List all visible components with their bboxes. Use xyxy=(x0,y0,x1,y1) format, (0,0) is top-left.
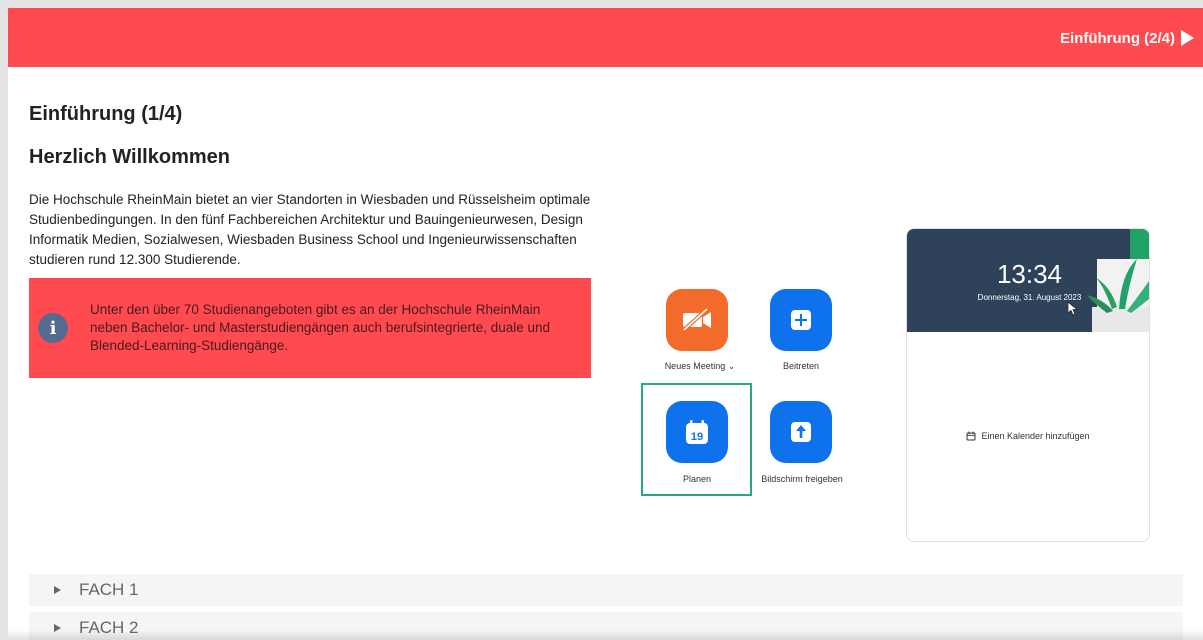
share-screen-label: Bildschirm freigeben xyxy=(761,474,843,484)
calendar-header: 13:34 Donnerstag, 31. August 2023 xyxy=(907,229,1149,332)
next-page-label: Einführung (2/4) xyxy=(1060,29,1175,47)
new-meeting-label: Neues Meeting ⌄ xyxy=(664,361,736,371)
bottom-fade xyxy=(8,630,1203,640)
page: Einführung (2/4) Einführung (1/4) Herzli… xyxy=(8,8,1203,640)
intro-paragraph: Die Hochschule RheinMain bietet an vier … xyxy=(29,192,591,267)
next-page-link[interactable]: Einführung (2/4) xyxy=(1060,28,1194,48)
share-screen-button xyxy=(770,401,832,463)
top-bar: Einführung (2/4) xyxy=(8,8,1203,67)
chevron-down-icon: ⌄ xyxy=(727,361,736,371)
calendar-day-text: 19 xyxy=(691,431,703,443)
expand-triangle-icon xyxy=(54,586,61,594)
accordion-fach-1[interactable]: FACH 1 xyxy=(29,574,1183,606)
calendar-card: 13:34 Donnerstag, 31. August 2023 Einen … xyxy=(906,228,1150,542)
schedule-button: 19 xyxy=(666,401,728,463)
join-button xyxy=(770,289,832,351)
accordion-label: FACH 1 xyxy=(79,580,139,599)
add-calendar-link: Einen Kalender hinzufügen xyxy=(907,431,1149,441)
info-box: i Unter den über 70 Studienangeboten gib… xyxy=(29,278,591,378)
join-label: Beitreten xyxy=(782,361,820,371)
clock-date: Donnerstag, 31. August 2023 xyxy=(977,293,1082,302)
mouse-cursor-icon xyxy=(1068,302,1078,316)
section-title: Herzlich Willkommen xyxy=(29,146,230,168)
play-icon xyxy=(1181,30,1194,46)
page-title: Einführung (1/4) xyxy=(29,103,183,125)
share-arrow-icon xyxy=(791,422,811,442)
schedule-label: Planen xyxy=(682,474,712,484)
new-meeting-button xyxy=(666,289,728,351)
plus-icon xyxy=(791,310,811,330)
info-icon: i xyxy=(38,313,68,343)
video-off-icon xyxy=(682,307,711,332)
info-text: Unter den über 70 Studienangeboten gibt … xyxy=(90,302,551,353)
calendar-add-icon xyxy=(966,431,976,441)
clock-time: 13:34 xyxy=(996,259,1063,289)
calendar-icon: 19 xyxy=(686,420,708,444)
